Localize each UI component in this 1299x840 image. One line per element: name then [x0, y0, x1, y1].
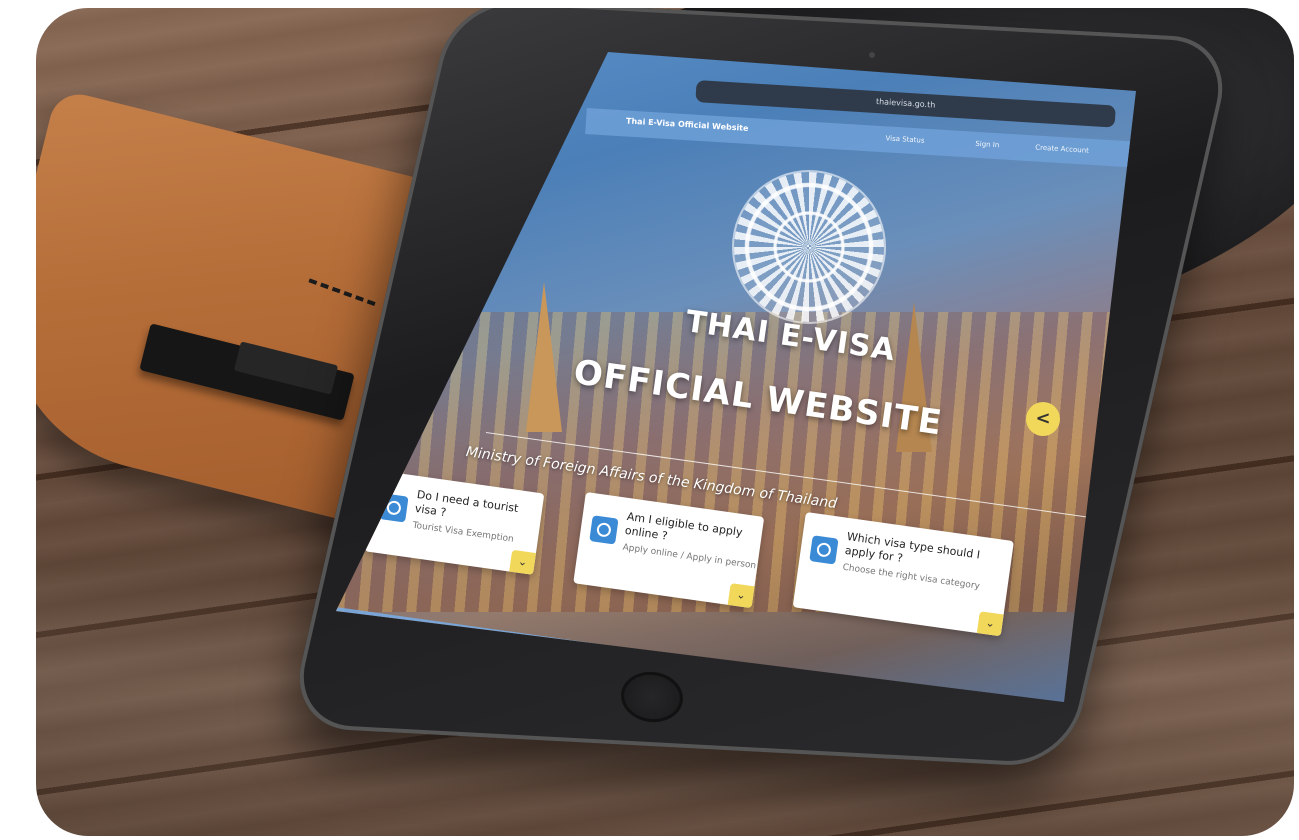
nav-create-account[interactable]: Create Account — [1035, 143, 1089, 154]
nav-visa-status[interactable]: Visa Status — [885, 134, 924, 144]
document-icon — [809, 535, 839, 565]
url-text: thaievisa.go.th — [875, 97, 936, 110]
side-toggle-button[interactable]: < — [1026, 402, 1060, 436]
government-seal-icon — [734, 172, 884, 322]
front-camera — [869, 52, 875, 58]
temple-spire — [526, 282, 562, 432]
chevron-down-icon[interactable]: ⌄ — [976, 611, 1004, 637]
chevron-down-icon[interactable]: ⌄ — [727, 583, 755, 609]
nav-sign-in[interactable]: Sign In — [975, 140, 999, 149]
photo-frame: thaievisa.go.th Thai E-Visa Official Web… — [36, 8, 1294, 836]
site-brand[interactable]: Thai E-Visa Official Website — [626, 116, 749, 132]
id-card-icon — [589, 515, 619, 545]
chevron-down-icon[interactable]: ⌄ — [509, 549, 536, 575]
